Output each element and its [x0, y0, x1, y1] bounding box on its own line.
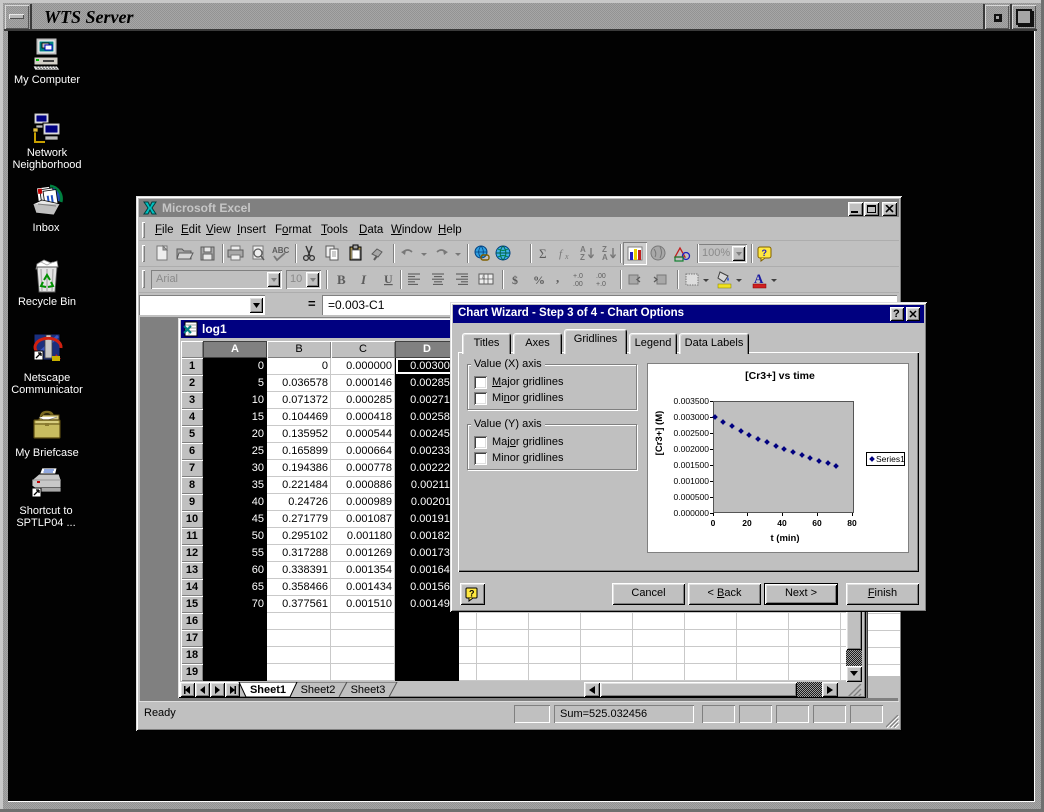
svg-text:Z: Z — [580, 253, 585, 262]
svg-text:I: I — [360, 272, 367, 287]
svg-text:.00: .00 — [573, 281, 583, 288]
svg-text:.00: .00 — [596, 273, 606, 280]
svg-text:+.0: +.0 — [573, 273, 583, 280]
svg-text:a: a — [482, 275, 485, 281]
svg-text:+.0: +.0 — [596, 281, 606, 288]
svg-text:B: B — [337, 272, 346, 287]
svg-text:%: % — [533, 273, 545, 287]
svg-text:ABC: ABC — [272, 246, 290, 255]
svg-text:A: A — [602, 253, 608, 262]
svg-text:x: x — [564, 252, 569, 261]
svg-text:,: , — [556, 270, 559, 285]
svg-text:f: f — [559, 248, 564, 260]
svg-text:$: $ — [512, 273, 518, 287]
svg-text:?: ? — [469, 589, 475, 599]
svg-text:U: U — [384, 272, 393, 286]
svg-text:?: ? — [762, 248, 768, 258]
svg-text:Σ: Σ — [539, 246, 547, 261]
